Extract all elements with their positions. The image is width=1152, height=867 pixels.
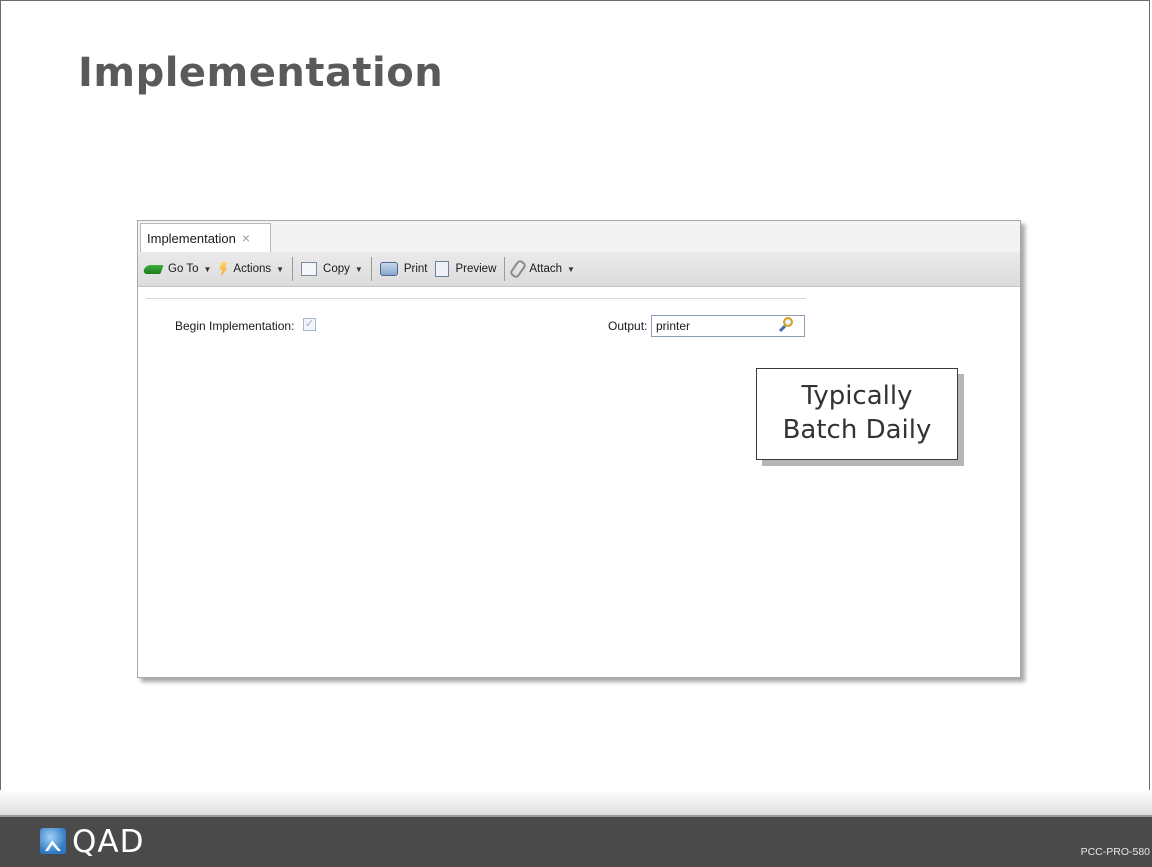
lookup-handle <box>778 324 787 333</box>
print-label: Print <box>403 263 428 275</box>
tab-strip: Implementation × <box>138 221 1020 253</box>
printer-icon <box>379 262 398 276</box>
toolbar-separator <box>292 257 294 281</box>
copy-label: Copy <box>323 263 350 275</box>
footer-bar <box>0 815 1152 867</box>
footer-fade <box>0 790 1152 815</box>
callout-line2: Batch Daily <box>782 415 932 445</box>
preview-button[interactable]: Preview <box>431 257 500 281</box>
slide-code: PCC-PRO-580 <box>1080 846 1150 858</box>
callout-line1: Typically <box>801 381 913 411</box>
toolbar-separator <box>504 257 506 281</box>
lightning-icon <box>219 262 228 276</box>
print-button[interactable]: Print <box>376 257 432 281</box>
paperclip-icon <box>509 258 528 280</box>
goto-label: Go To <box>168 263 199 275</box>
tab-label: Implementation <box>147 230 236 246</box>
callout-box: Typically Batch Daily <box>756 368 958 460</box>
preview-label: Preview <box>455 263 497 275</box>
actions-button[interactable]: Actions ▼ <box>215 257 288 281</box>
logo-text: QAD <box>72 824 145 860</box>
qad-logo-icon <box>40 828 66 854</box>
copy-button[interactable]: Copy ▼ <box>297 257 367 281</box>
attach-button[interactable]: Attach ▼ <box>509 257 579 281</box>
output-label: Output: <box>608 319 648 333</box>
goto-arrow-icon <box>142 264 164 274</box>
chevron-down-icon: ▼ <box>354 264 363 274</box>
toolbar-separator <box>370 257 372 281</box>
begin-implementation-label: Begin Implementation: <box>175 319 295 333</box>
chevron-down-icon: ▼ <box>567 264 575 274</box>
toolbar: Go To ▼ Actions ▼ Copy ▼ Print Preview A… <box>138 252 1020 287</box>
form-divider <box>146 298 806 299</box>
chevron-down-icon: ▼ <box>276 264 285 274</box>
magnifier-icon[interactable] <box>778 317 796 335</box>
chevron-down-icon: ▼ <box>203 264 212 274</box>
copy-icon <box>301 262 318 276</box>
actions-label: Actions <box>233 263 272 275</box>
slide-title: Implementation <box>78 50 444 96</box>
attach-label: Attach <box>529 263 562 275</box>
close-icon[interactable]: × <box>242 230 250 246</box>
goto-button[interactable]: Go To ▼ <box>140 257 215 281</box>
tab-implementation[interactable]: Implementation × <box>140 223 271 252</box>
begin-implementation-checkbox[interactable]: ✓ <box>303 318 316 331</box>
preview-icon <box>435 261 450 277</box>
